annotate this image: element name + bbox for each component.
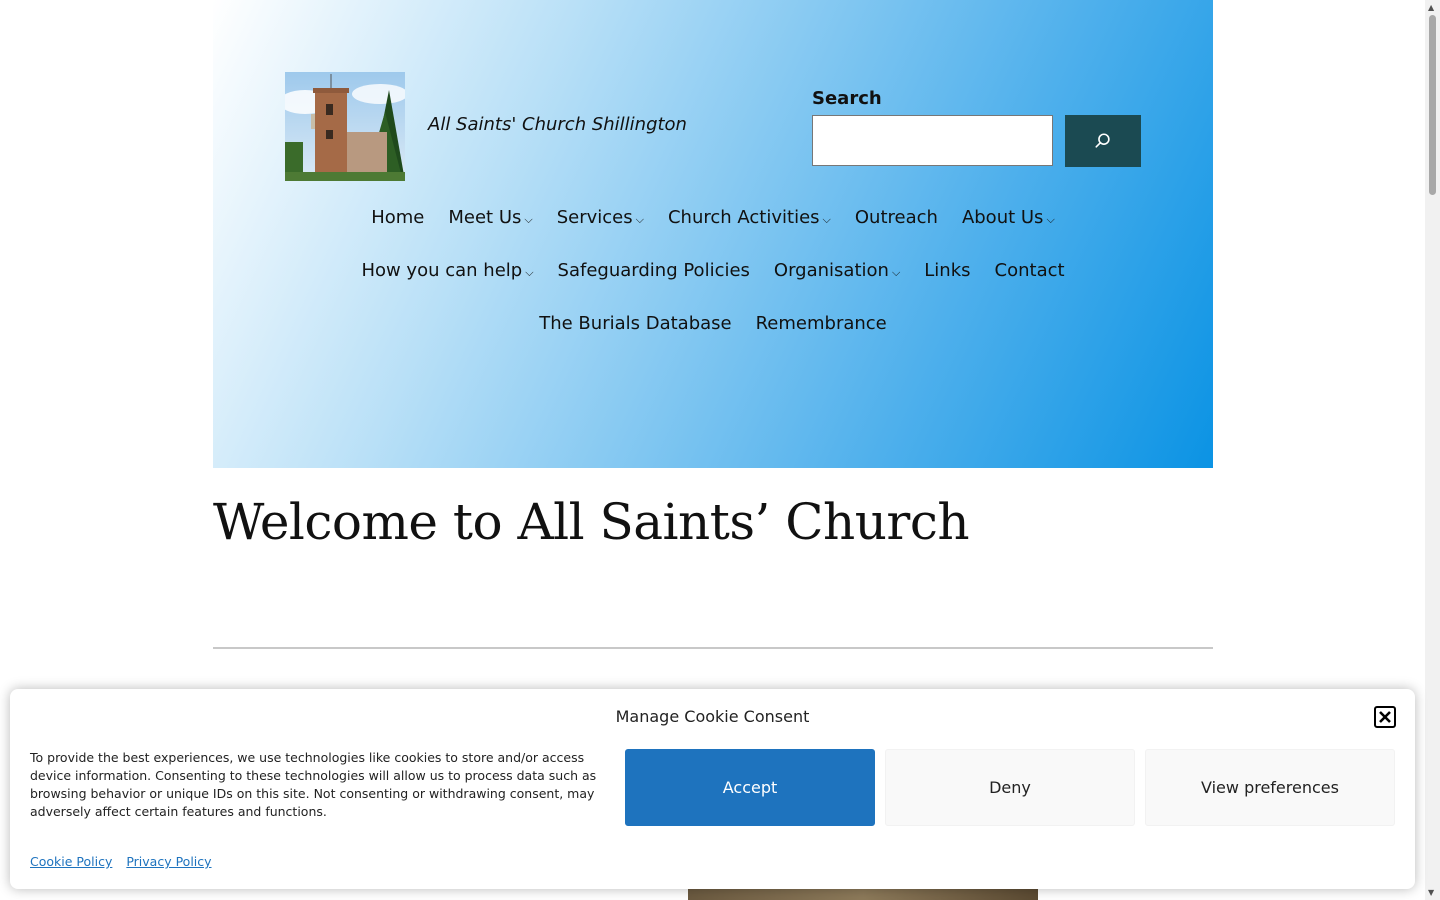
nav-item-about-us[interactable]: About Us ⌵ [962, 207, 1055, 228]
cookie-banner-links: Cookie Policy Privacy Policy [30, 854, 222, 869]
scroll-up-arrow-icon[interactable]: ▲ [1428, 3, 1434, 12]
nav-item-label: Organisation [773, 260, 889, 281]
chevron-down-icon[interactable]: ⌵ [892, 266, 900, 280]
nav-item-home[interactable]: Home [371, 207, 424, 228]
nav-item-remembrance[interactable]: Remembrance [756, 313, 887, 334]
scrollbar[interactable]: ▲ ▼ [1425, 0, 1440, 900]
cookie-banner-text: To provide the best experiences, we use … [30, 750, 597, 819]
nav-item-contact[interactable]: Contact [995, 260, 1065, 281]
cookie-consent-banner: Manage Cookie Consent To provide the bes… [10, 689, 1415, 889]
site-title[interactable]: All Saints' Church Shillington [428, 114, 687, 135]
deny-button[interactable]: Deny [885, 749, 1135, 826]
search-input[interactable] [812, 115, 1053, 166]
search-button[interactable] [1065, 115, 1141, 167]
privacy-policy-link[interactable]: Privacy Policy [126, 854, 211, 869]
site-header: All Saints' Church Shillington Search Ho… [213, 0, 1213, 468]
chevron-down-icon[interactable]: ⌵ [636, 213, 644, 227]
cookie-policy-link[interactable]: Cookie Policy [30, 854, 112, 869]
nav-item-church-activities[interactable]: Church Activities ⌵ [668, 207, 831, 228]
nav-item-services[interactable]: Services ⌵ [557, 207, 644, 228]
nav-item-links[interactable]: Links [924, 260, 970, 281]
nav-item-outreach[interactable]: Outreach [855, 207, 938, 228]
search-icon [1095, 133, 1110, 148]
nav-item-label: The Burials Database [539, 313, 732, 334]
page-title: Welcome to All Saints’ Church [213, 493, 970, 551]
nav-item-label: Services [556, 207, 633, 228]
chevron-down-icon[interactable]: ⌵ [823, 213, 831, 227]
nav-item-safeguarding-policies[interactable]: Safeguarding Policies [558, 260, 750, 281]
nav-item-label: Home [371, 207, 425, 228]
nav-item-label: Outreach [854, 207, 938, 228]
nav-item-label: Safeguarding Policies [557, 260, 750, 281]
nav-item-organisation[interactable]: Organisation ⌵ [774, 260, 900, 281]
view-preferences-button[interactable]: View preferences [1145, 749, 1395, 826]
nav-item-label: Contact [994, 260, 1065, 281]
accept-button[interactable]: Accept [625, 749, 875, 826]
chevron-down-icon[interactable]: ⌵ [1046, 213, 1054, 227]
chevron-down-icon[interactable]: ⌵ [525, 266, 533, 280]
nav-item-label: Church Activities [667, 207, 820, 228]
nav-row-3: The Burials Database Remembrance [213, 313, 1213, 334]
nav-item-label: Meet Us [448, 207, 522, 228]
cookie-banner-title: Manage Cookie Consent [615, 707, 810, 726]
nav-item-how-you-can-help[interactable]: How you can help ⌵ [361, 260, 533, 281]
nav-row-1: Home Meet Us ⌵ Services ⌵ Church Activitie… [213, 207, 1213, 228]
nav-row-2: How you can help ⌵ Safeguarding Policies … [213, 260, 1213, 281]
nav-item-label: Remembrance [755, 313, 887, 334]
separator [213, 647, 1213, 649]
nav-item-label: How you can help [361, 260, 523, 281]
nav-item-meet-us[interactable]: Meet Us ⌵ [448, 207, 532, 228]
scrollbar-thumb[interactable] [1429, 15, 1436, 195]
nav-item-label: About Us [961, 207, 1044, 228]
church-logo[interactable] [285, 72, 405, 181]
chevron-down-icon[interactable]: ⌵ [524, 213, 532, 227]
nav-item-label: Links [924, 260, 971, 281]
nav-item-burials-database[interactable]: The Burials Database [539, 313, 731, 334]
scroll-down-arrow-icon[interactable]: ▼ [1428, 888, 1434, 897]
close-icon[interactable] [1374, 706, 1396, 728]
search-label: Search [812, 88, 882, 109]
